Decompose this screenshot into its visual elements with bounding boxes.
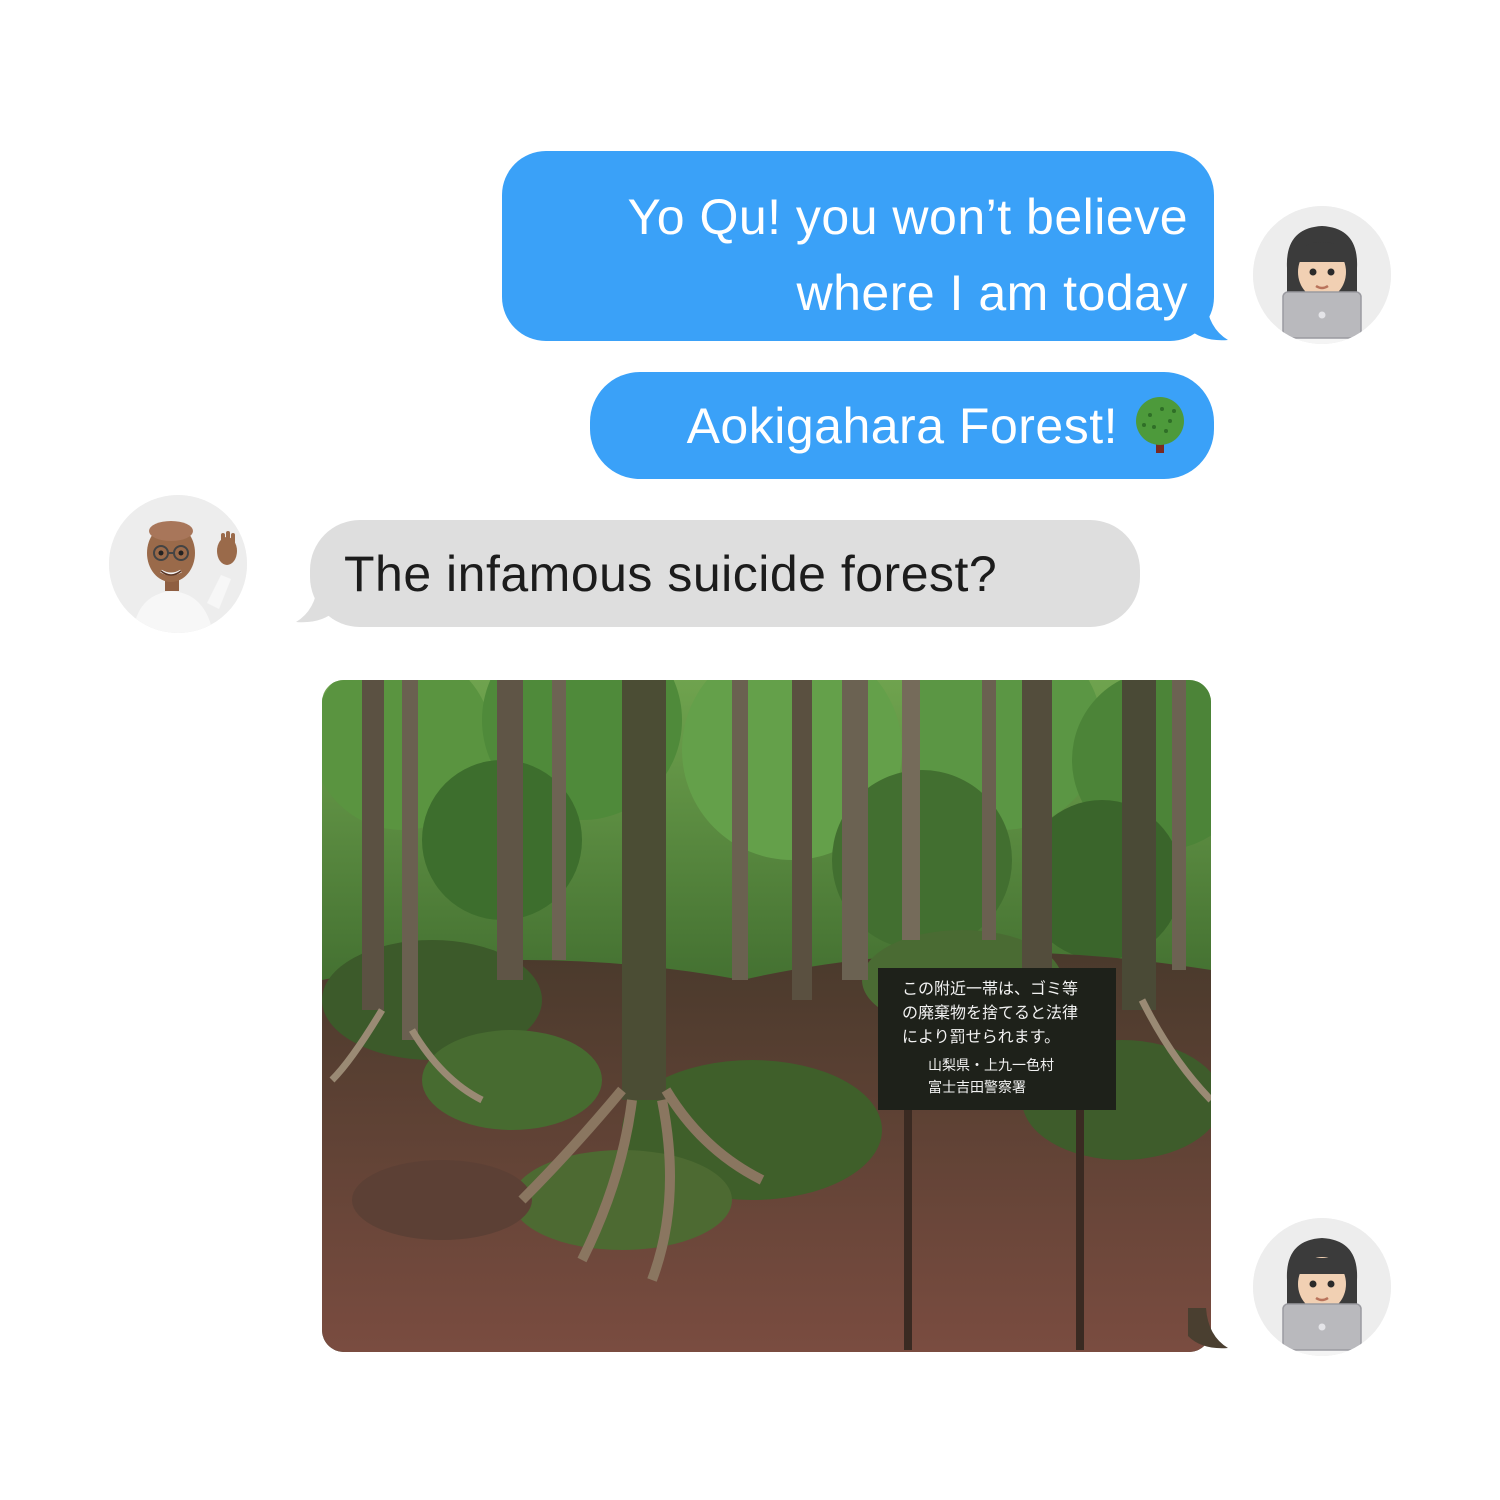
tree-icon (1136, 397, 1184, 453)
forest-photo: この附近一帯は、ゴミ等 の廃棄物を捨てると法律 により罰せられます。 山梨県・上… (322, 680, 1211, 1352)
photo-message[interactable]: この附近一帯は、ゴミ等 の廃棄物を捨てると法律 により罰せられます。 山梨県・上… (322, 680, 1211, 1352)
sent-message-bubble[interactable]: Yo Qu! you won’t believe where I am toda… (502, 151, 1214, 341)
memoji-man-waving-icon (109, 495, 247, 633)
sign-text-line: により罰せられます。 (902, 1027, 1060, 1046)
bubble-tail-icon (1188, 300, 1228, 341)
sent-message-bubble[interactable]: Aokigahara Forest! (590, 372, 1214, 479)
my-avatar[interactable] (1253, 1218, 1391, 1356)
friend-avatar[interactable] (109, 495, 247, 633)
sign-text-line: 富士吉田警察署 (928, 1079, 1026, 1096)
message-text-line: where I am today (796, 265, 1188, 321)
sign-text-line: この附近一帯は、ゴミ等 (902, 979, 1078, 998)
bubble-tail-icon (1188, 1308, 1228, 1349)
message-text-line: Yo Qu! you won’t believe (627, 189, 1188, 245)
sign-text-line: 山梨県・上九一色村 (928, 1057, 1054, 1074)
my-avatar[interactable] (1253, 206, 1391, 344)
message-text: Aokigahara Forest! (686, 398, 1118, 454)
received-message-bubble[interactable]: The infamous suicide forest? (310, 520, 1140, 627)
memoji-girl-laptop-icon (1253, 1218, 1391, 1356)
warning-sign: この附近一帯は、ゴミ等 の廃棄物を捨てると法律 により罰せられます。 山梨県・上… (878, 968, 1116, 1110)
sign-text-line: の廃棄物を捨てると法律 (902, 1003, 1078, 1022)
memoji-girl-laptop-icon (1253, 206, 1391, 344)
message-text: The infamous suicide forest? (344, 546, 998, 602)
